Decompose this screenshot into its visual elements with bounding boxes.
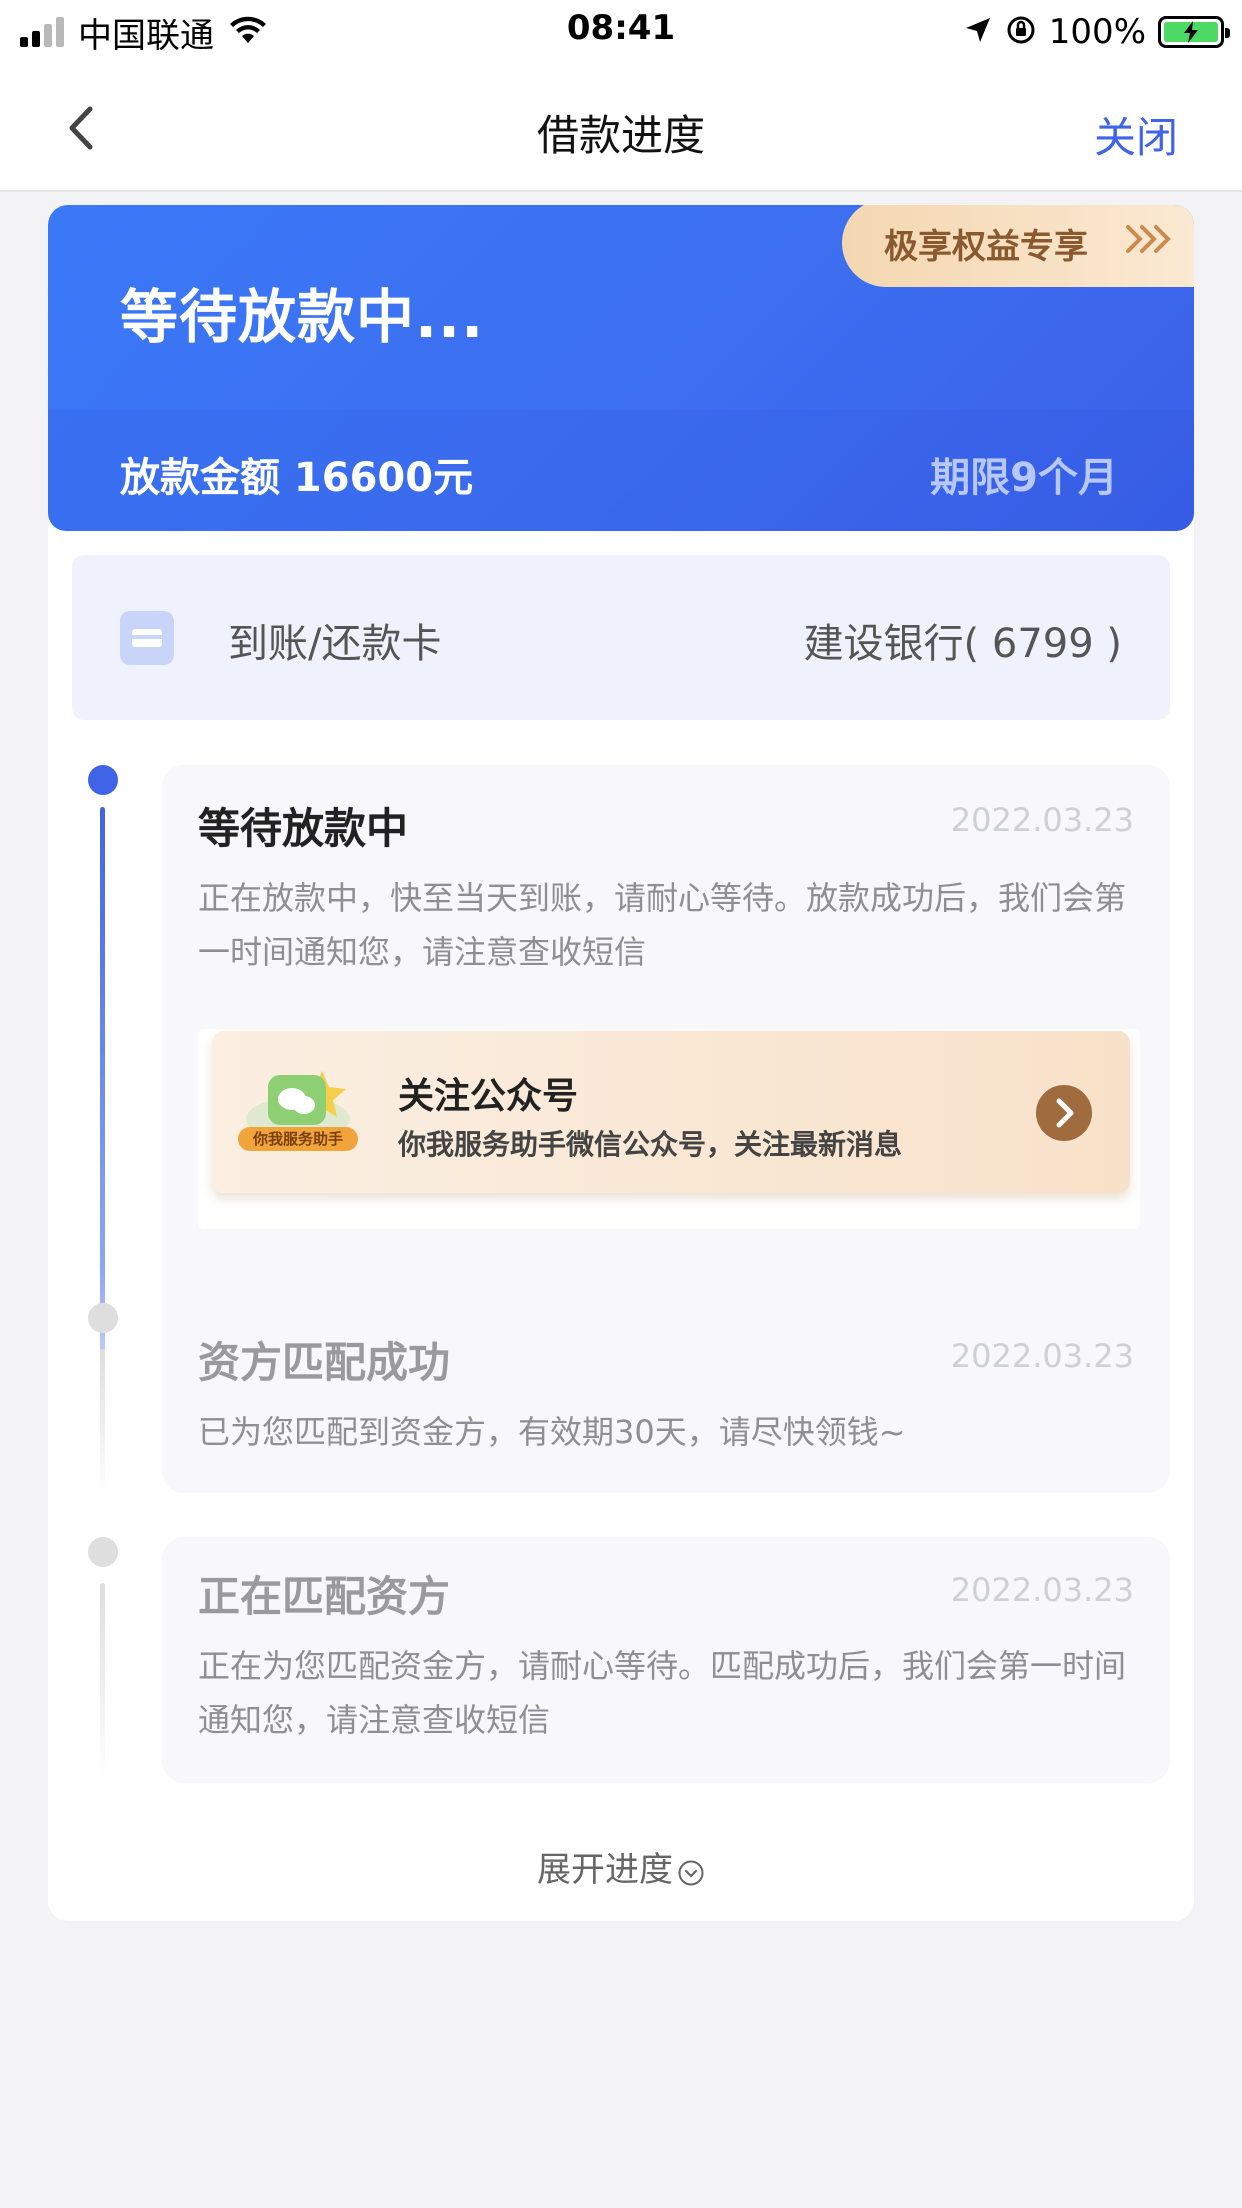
step-description: 已为您匹配到资金方，有效期30天，请尽快领钱~ — [198, 1413, 906, 1451]
promo-logo-text: 你我服务助手 — [252, 1130, 343, 1148]
chevron-down-circle-icon — [678, 1860, 704, 1886]
step-description: 正在为您匹配资金方，请耐心等待。匹配成功后，我们会第一时间通知您，请注意查收短信 — [198, 1647, 1127, 1739]
close-button[interactable]: 关闭 — [1094, 104, 1178, 165]
step-date: 2022.03.23 — [950, 1571, 1134, 1609]
wechat-icon: 你我服务助手 — [238, 1071, 358, 1151]
expand-progress-button[interactable]: 展开进度 — [48, 1842, 1194, 1891]
battery-percent: 100% — [1048, 12, 1146, 52]
repayment-card-row[interactable]: 到账/还款卡 建设银行( 6799 ) — [72, 555, 1170, 720]
repayment-card-label: 到账/还款卡 — [228, 621, 442, 667]
step-date: 2022.03.23 — [950, 801, 1134, 839]
perk-badge-button[interactable]: 极享权益专享 — [842, 205, 1194, 287]
step-description: 正在放款中，快至当天到账，请耐心等待。放款成功后，我们会第一时间通知您，请注意查… — [198, 879, 1127, 971]
loan-status-banner: 等待放款中... 放款金额 16600元 期限9个月 极享权益专享 — [48, 205, 1194, 531]
step-title: 资方匹配成功 — [198, 1338, 451, 1387]
expand-progress-label: 展开进度 — [537, 1850, 673, 1890]
promo-subtitle: 你我服务助手微信公众号，关注最新消息 — [398, 1128, 903, 1161]
loan-amount: 放款金额 16600元 — [120, 455, 474, 501]
progress-step: 正在匹配资方 2022.03.23 正在为您匹配资金方，请耐心等待。匹配成功后，… — [162, 1537, 1170, 1783]
promo-arrow-button[interactable] — [1036, 1085, 1092, 1141]
progress-step: 资方匹配成功 2022.03.23 已为您匹配到资金方，有效期30天，请尽快领钱… — [162, 1303, 1170, 1493]
timeline-dot-active — [88, 765, 118, 795]
promo-title: 关注公众号 — [398, 1076, 579, 1117]
timeline-line — [100, 1583, 105, 1783]
triple-chevron-icon — [1126, 225, 1171, 253]
step-title: 正在匹配资方 — [198, 1572, 451, 1621]
step-title: 等待放款中 — [198, 804, 409, 853]
orientation-lock-icon — [1005, 14, 1037, 50]
battery-icon — [1158, 16, 1230, 48]
timeline-dot — [88, 1303, 118, 1333]
follow-account-panel: 你我服务助手 关注公众号 你我服务助手微信公众号，关注最新消息 — [198, 1029, 1140, 1229]
perk-badge-label: 极享权益专享 — [884, 226, 1088, 267]
loan-status-title: 等待放款中... — [120, 283, 485, 351]
repayment-card-value: 建设银行( 6799 ) — [803, 621, 1122, 667]
chevron-right-icon — [1056, 1098, 1074, 1128]
credit-card-icon — [120, 611, 174, 665]
nav-bar: 借款进度 关闭 — [0, 62, 1242, 192]
page-title: 借款进度 — [536, 111, 705, 160]
loan-term: 期限9个月 — [930, 455, 1118, 501]
timeline-dot — [88, 1537, 118, 1567]
step-date: 2022.03.23 — [950, 1337, 1134, 1375]
location-icon — [963, 15, 993, 49]
timeline-line — [100, 1349, 105, 1499]
status-bar: 中国联通 08:41 100% — [0, 0, 1242, 62]
progress-card: 等待放款中... 放款金额 16600元 期限9个月 极享权益专享 到账/还款卡… — [48, 205, 1194, 1921]
follow-account-banner[interactable]: 你我服务助手 关注公众号 你我服务助手微信公众号，关注最新消息 — [212, 1031, 1130, 1193]
